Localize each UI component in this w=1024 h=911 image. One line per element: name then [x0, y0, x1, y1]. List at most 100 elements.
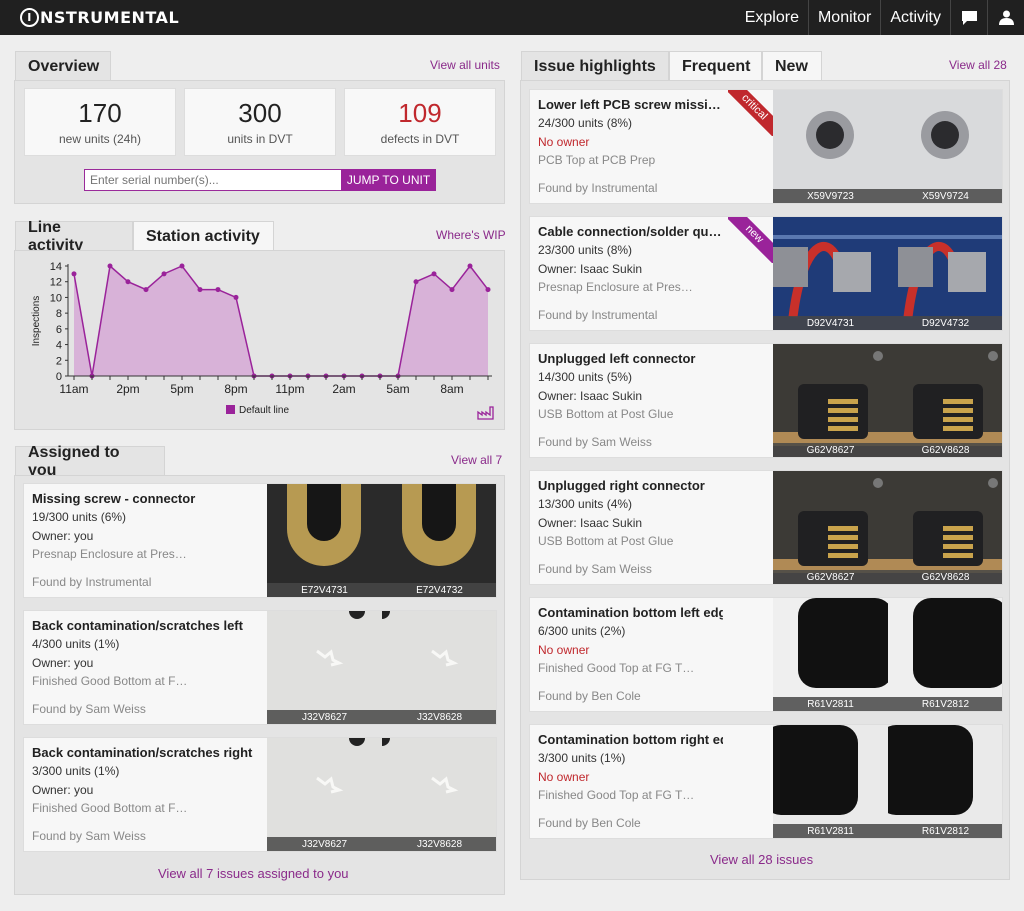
chat-icon[interactable]: [950, 0, 987, 35]
issue-title: Back contamination/scratches right: [32, 745, 253, 760]
issue-card[interactable]: Cable connection/solder qu… 23/300 units …: [529, 216, 1003, 331]
wheres-wip-link[interactable]: Where's WIP: [436, 228, 506, 242]
unit-serial: X59V9724: [888, 189, 1002, 203]
issue-location: Finished Good Top at FG T…: [538, 788, 695, 802]
assigned-issue-card[interactable]: Back contamination/scratches right 3/300 …: [23, 737, 497, 852]
issue-thumbnail[interactable]: E72V4732: [382, 484, 496, 597]
issue-thumbnail[interactable]: J32V8628: [382, 738, 496, 851]
view-all-assigned-issues-link[interactable]: View all 7 issues assigned to you: [158, 866, 349, 881]
chart-point: [467, 263, 473, 269]
issue-thumbnail[interactable]: G62V8628: [888, 471, 1002, 584]
tab-line-activity[interactable]: Line activity: [15, 219, 133, 254]
stat-defects-in-dvt[interactable]: 109 defects in DVT: [344, 88, 496, 156]
issue-location: USB Bottom at Post Glue: [538, 534, 674, 548]
issue-thumbnail[interactable]: X59V9724: [888, 90, 1002, 203]
issue-thumbnail[interactable]: R61V2811: [773, 598, 888, 711]
issue-thumbnail[interactable]: R61V2812: [888, 598, 1002, 711]
nav-explore[interactable]: Explore: [736, 0, 808, 35]
stat-label: new units (24h): [58, 132, 142, 146]
issue-found-by: Found by Ben Cole: [538, 689, 641, 703]
issue-location: Finished Good Top at FG T…: [538, 661, 695, 675]
issue-thumbnail[interactable]: G62V8627: [773, 471, 888, 584]
view-all-assigned-link[interactable]: View all 7: [451, 453, 502, 467]
issue-thumbnail[interactable]: D92V4731: [773, 217, 888, 330]
instrumental-logo[interactable]: I NSTRUMENTAL: [20, 8, 179, 27]
tab-frequent[interactable]: Frequent: [669, 51, 762, 81]
issue-location: USB Bottom at Post Glue: [538, 407, 674, 421]
chart-point: [449, 287, 455, 293]
tab-station-activity[interactable]: Station activity: [133, 221, 274, 251]
issue-card[interactable]: Lower left PCB screw missi… 24/300 units …: [529, 89, 1003, 204]
x-tick-label: 11pm: [275, 382, 304, 396]
stat-units-in-dvt[interactable]: 300 units in DVT: [184, 88, 336, 156]
unit-serial: R61V2812: [888, 824, 1002, 838]
chart-point: [233, 294, 239, 300]
tab-new[interactable]: New: [762, 51, 822, 81]
issue-thumbnail[interactable]: J32V8627: [267, 738, 382, 851]
unit-serial: G62V8628: [888, 443, 1002, 457]
chart-point: [161, 271, 167, 277]
factory-icon[interactable]: [477, 406, 495, 425]
issue-location: PCB Top at PCB Prep: [538, 153, 656, 167]
user-icon[interactable]: [987, 0, 1024, 35]
stat-value: 109: [398, 98, 442, 128]
main-nav: Explore Monitor Activity: [736, 0, 1024, 35]
view-all-units-link[interactable]: View all units: [430, 58, 500, 72]
issue-thumbnail[interactable]: E72V4731: [267, 484, 382, 597]
y-tick-label: 8: [56, 308, 62, 320]
issue-thumbnail[interactable]: R61V2812: [888, 725, 1002, 838]
unit-serial: J32V8627: [267, 837, 382, 851]
tab-issue-highlights[interactable]: Issue highlights: [521, 51, 669, 81]
issue-location: Presnap Enclosure at Pres…: [538, 280, 693, 294]
x-tick-label: 2pm: [116, 382, 139, 396]
issue-found-by: Found by Sam Weiss: [32, 702, 146, 716]
issue-units: 6/300 units (2%): [538, 624, 626, 638]
issue-card[interactable]: Contamination bottom right edge 3/300 uni…: [529, 724, 1003, 839]
issue-card[interactable]: Contamination bottom left edge 6/300 unit…: [529, 597, 1003, 712]
nav-monitor[interactable]: Monitor: [807, 0, 880, 35]
y-axis-label: Inspections: [31, 296, 42, 347]
issue-units: 3/300 units (1%): [538, 751, 626, 765]
x-tick-label: 5pm: [170, 382, 193, 396]
unit-serial: G62V8628: [888, 570, 1002, 584]
chart-point: [413, 279, 419, 285]
issue-title: Missing screw - connector: [32, 491, 196, 506]
issue-found-by: Found by Sam Weiss: [32, 829, 146, 843]
issue-owner: Owner: you: [32, 529, 94, 543]
chart-point: [143, 287, 149, 293]
issue-units: 13/300 units (4%): [538, 497, 633, 511]
chart-point: [485, 287, 491, 293]
y-tick-label: 4: [56, 340, 62, 352]
issue-thumbnail[interactable]: J32V8627: [267, 611, 382, 724]
issue-thumbnail[interactable]: X59V9723: [773, 90, 888, 203]
issue-units: 14/300 units (5%): [538, 370, 633, 384]
x-tick-label: 2am: [332, 382, 355, 396]
issue-owner: No owner: [538, 135, 590, 149]
jump-to-unit-button[interactable]: JUMP TO UNIT: [341, 169, 436, 191]
y-tick-label: 2: [56, 355, 62, 367]
view-all-issues-link[interactable]: View all 28: [949, 58, 1007, 72]
line-activity-chart: 0246810121411am 2pm 5pm 8pm 11pm 2am 5am 8amIns…: [31, 261, 492, 416]
issue-title: Lower left PCB screw missi…: [538, 97, 721, 112]
issue-thumbnail[interactable]: R61V2811: [773, 725, 888, 838]
issue-card[interactable]: Unplugged right connector 13/300 units (4…: [529, 470, 1003, 585]
legend-swatch: [226, 405, 235, 414]
issue-card[interactable]: Unplugged left connector 14/300 units (5%…: [529, 343, 1003, 458]
issue-units: 24/300 units (8%): [538, 116, 633, 130]
assigned-issue-card[interactable]: Back contamination/scratches left 4/300 u…: [23, 610, 497, 725]
issue-thumbnail[interactable]: G62V8628: [888, 344, 1002, 457]
unit-serial: G62V8627: [773, 443, 888, 457]
stat-new-units[interactable]: 170 new units (24h): [24, 88, 176, 156]
nav-activity[interactable]: Activity: [880, 0, 950, 35]
chart-point: [107, 263, 113, 269]
stat-value: 170: [78, 98, 122, 128]
serial-number-input[interactable]: [84, 169, 342, 191]
issue-thumbnail[interactable]: G62V8627: [773, 344, 888, 457]
logo-text: NSTRUMENTAL: [40, 8, 180, 27]
chart-point: [431, 271, 437, 277]
assigned-issue-card[interactable]: Missing screw - connector 19/300 units (6…: [23, 483, 497, 598]
issue-thumbnail[interactable]: D92V4732: [888, 217, 1002, 330]
view-all-28-issues-link[interactable]: View all 28 issues: [710, 852, 813, 867]
unit-serial: J32V8627: [267, 710, 382, 724]
issue-thumbnail[interactable]: J32V8628: [382, 611, 496, 724]
